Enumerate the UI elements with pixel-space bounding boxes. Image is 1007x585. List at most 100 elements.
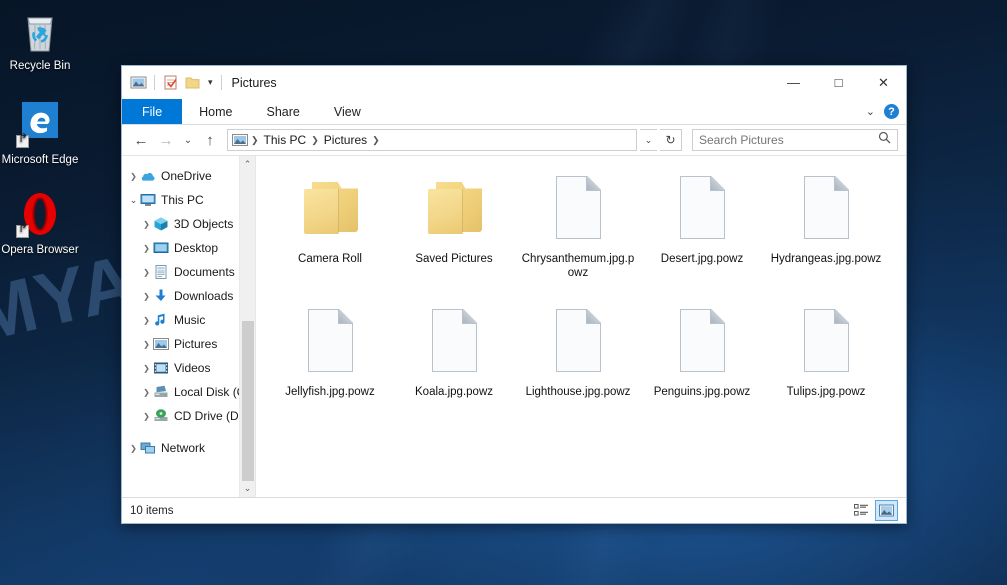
help-icon[interactable]: ? — [884, 104, 899, 119]
maximize-button[interactable]: □ — [816, 67, 861, 99]
nav-item-label: Desktop — [174, 241, 219, 255]
refresh-button[interactable]: ↻ — [660, 129, 682, 151]
chevron-right-icon[interactable]: ❯ — [140, 388, 153, 397]
nav-item-pictures[interactable]: ❯ Pictures — [122, 332, 255, 356]
pictures-library-icon[interactable] — [130, 74, 147, 91]
item-label: Hydrangeas.jpg.powz — [770, 253, 882, 265]
file-item[interactable]: Desert.jpg.powz — [640, 168, 764, 301]
address-dropdown-button[interactable]: ⌄ — [640, 129, 657, 151]
network-icon — [140, 440, 156, 456]
back-button[interactable]: ← — [130, 129, 152, 151]
scroll-down-arrow-icon[interactable]: ⌄ — [240, 480, 255, 497]
folder-item[interactable]: Saved Pictures — [392, 168, 516, 301]
item-count-label: 10 items — [130, 504, 174, 517]
chevron-right-icon[interactable]: ❯ — [140, 412, 153, 421]
title-bar: ▾ Pictures — □ ✕ — [122, 66, 906, 99]
navigation-pane: ❯ OneDrive ⌄ This PC ❯ 3D Objects ❯ Desktop ❯ Doc… — [122, 156, 255, 497]
tab-file[interactable]: File — [122, 99, 183, 124]
search-input[interactable] — [699, 133, 878, 147]
cddrive-icon — [153, 408, 169, 424]
up-button[interactable]: ↑ — [199, 129, 221, 151]
window-title: Pictures — [231, 75, 277, 90]
close-button[interactable]: ✕ — [861, 67, 906, 99]
nav-item-network[interactable]: ❯ Network — [122, 436, 255, 460]
shortcut-overlay-icon — [16, 135, 29, 148]
chevron-down-icon[interactable]: ▾ — [208, 77, 213, 88]
item-label: Lighthouse.jpg.powz — [525, 386, 631, 398]
desktop-icon-recycle-bin[interactable]: Recycle Bin — [1, 6, 79, 73]
blank-file-icon — [543, 305, 613, 381]
nav-item-3d-objects[interactable]: ❯ 3D Objects — [122, 212, 255, 236]
tab-view[interactable]: View — [317, 99, 378, 124]
file-item[interactable]: Tulips.jpg.powz — [764, 301, 888, 434]
search-box[interactable] — [692, 129, 898, 151]
desktop-icon-microsoft-edge[interactable]: Microsoft Edge — [1, 100, 79, 167]
nav-item-videos[interactable]: ❯ Videos — [122, 356, 255, 380]
item-label: Jellyfish.jpg.powz — [285, 386, 375, 398]
nav-group-spacer — [122, 428, 255, 436]
nav-item-onedrive[interactable]: ❯ OneDrive — [122, 164, 255, 188]
chevron-right-icon[interactable]: ❯ — [140, 268, 153, 277]
details-view-button[interactable] — [850, 500, 873, 521]
nav-item-local-disk-c[interactable]: ❯ Local Disk (C:) — [122, 380, 255, 404]
item-label: Penguins.jpg.powz — [653, 386, 751, 398]
item-label: Koala.jpg.powz — [415, 386, 493, 398]
large-icons-view-button[interactable] — [875, 500, 898, 521]
nav-item-documents[interactable]: ❯ Documents — [122, 260, 255, 284]
file-item[interactable]: Koala.jpg.powz — [392, 301, 516, 434]
tab-home[interactable]: Home — [182, 99, 249, 124]
file-item[interactable]: Jellyfish.jpg.powz — [268, 301, 392, 434]
recent-locations-button[interactable]: ⌄ — [180, 129, 196, 151]
tab-share[interactable]: Share — [250, 99, 317, 124]
file-item[interactable]: Chrysanthemum.jpg.powz — [516, 168, 640, 301]
address-breadcrumb-bar[interactable]: ❯ This PC ❯ Pictures ❯ — [227, 129, 637, 151]
breadcrumb-separator: ❯ — [251, 134, 259, 145]
new-folder-icon[interactable] — [184, 74, 201, 91]
file-item[interactable]: Lighthouse.jpg.powz — [516, 301, 640, 434]
desktop-icon — [153, 240, 169, 256]
search-icon[interactable] — [878, 131, 891, 149]
chevron-right-icon[interactable]: ❯ — [140, 220, 153, 229]
chevron-right-icon[interactable]: ❯ — [140, 364, 153, 373]
file-list-area[interactable]: Camera Roll Saved Pictures Chrysanthemum.j… — [255, 156, 906, 497]
nav-item-this-pc[interactable]: ⌄ This PC — [122, 188, 255, 212]
pictures-icon — [153, 336, 169, 352]
folder-icon — [419, 172, 489, 248]
blank-file-icon — [667, 172, 737, 248]
nav-item-desktop[interactable]: ❯ Desktop — [122, 236, 255, 260]
chevron-right-icon[interactable]: ❯ — [140, 244, 153, 253]
file-item[interactable]: Penguins.jpg.powz — [640, 301, 764, 434]
chevron-right-icon[interactable]: ❯ — [127, 172, 140, 181]
explorer-body: ❯ OneDrive ⌄ This PC ❯ 3D Objects ❯ Desktop ❯ Doc… — [122, 155, 906, 497]
chevron-right-icon[interactable]: ❯ — [140, 316, 153, 325]
shortcut-overlay-icon — [16, 225, 29, 238]
nav-item-downloads[interactable]: ❯ Downloads — [122, 284, 255, 308]
chevron-down-icon[interactable]: ⌄ — [127, 195, 140, 206]
minimize-button[interactable]: — — [771, 67, 816, 99]
nav-item-cd-drive-d-cc[interactable]: ❯CD Drive (D:) CC — [122, 404, 255, 428]
chevron-right-icon[interactable]: ❯ — [140, 292, 153, 301]
scrollbar-thumb[interactable] — [242, 321, 254, 481]
scroll-up-arrow-icon[interactable]: ⌃ — [240, 156, 255, 173]
thispc-icon — [140, 192, 156, 208]
nav-item-music[interactable]: ❯ Music — [122, 308, 255, 332]
folder-item[interactable]: Camera Roll — [268, 168, 392, 301]
chevron-right-icon[interactable]: ❯ — [140, 340, 153, 349]
videos-icon — [153, 360, 169, 376]
chevron-right-icon[interactable]: ❯ — [127, 444, 140, 453]
nav-item-label: Documents — [174, 265, 235, 279]
navigation-scrollbar[interactable]: ⌃ ⌄ — [239, 156, 255, 497]
forward-button[interactable]: → — [155, 129, 177, 151]
properties-icon[interactable] — [162, 74, 179, 91]
desktop-icon-label: Microsoft Edge — [1, 154, 79, 166]
toolbar-divider — [220, 75, 222, 90]
documents-icon — [153, 264, 169, 280]
desktop-icon-opera-browser[interactable]: Opera Browser — [1, 190, 79, 257]
item-label: Saved Pictures — [415, 253, 493, 265]
breadcrumb-pictures[interactable]: Pictures — [320, 133, 371, 147]
breadcrumb-this-pc[interactable]: This PC — [260, 133, 311, 147]
desktop-icon-label: Opera Browser — [1, 244, 79, 256]
expand-ribbon-chevron-icon[interactable]: ⌄ — [866, 105, 875, 118]
3dobjects-icon — [153, 216, 169, 232]
file-item[interactable]: Hydrangeas.jpg.powz — [764, 168, 888, 301]
